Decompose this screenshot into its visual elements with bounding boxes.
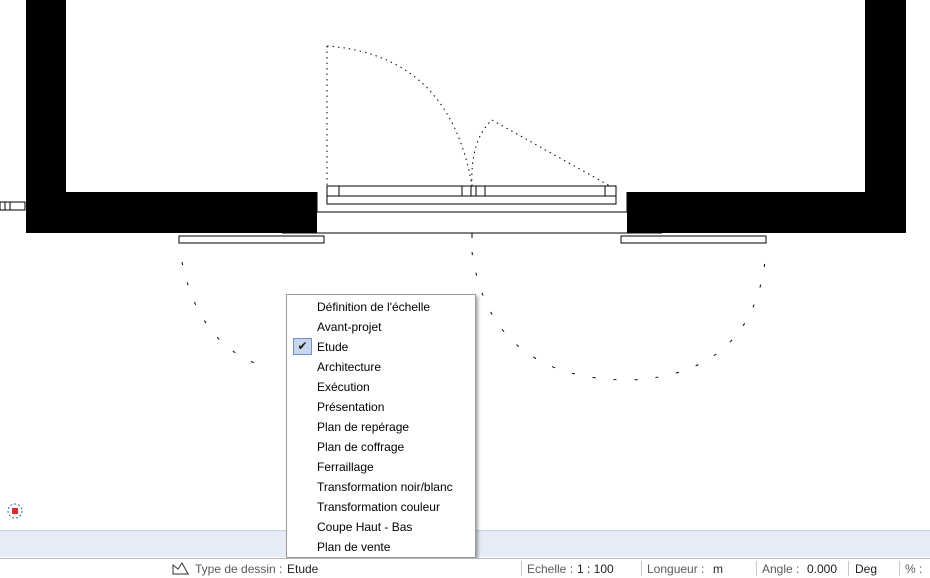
- menu-item[interactable]: Architecture: [289, 357, 473, 377]
- bottom-wall-right: [627, 192, 906, 233]
- angle-label: Angle :: [762, 562, 800, 576]
- status-separator: [521, 561, 522, 576]
- drawing-type-label: Type de dessin :: [195, 562, 283, 576]
- menu-item[interactable]: Coupe Haut - Bas: [289, 517, 473, 537]
- menu-item-label: Etude: [317, 340, 349, 354]
- menu-item-label: Définition de l'échelle: [317, 300, 431, 314]
- angle-unit[interactable]: Deg: [855, 562, 877, 576]
- menu-item[interactable]: Transformation noir/blanc: [289, 477, 473, 497]
- length-label: Longueur :: [647, 562, 705, 576]
- menu-item[interactable]: Plan de coffrage: [289, 437, 473, 457]
- angle-value[interactable]: 0.000: [807, 562, 837, 576]
- scale-value[interactable]: 1 : 100: [577, 562, 614, 576]
- status-separator: [641, 561, 642, 576]
- wall-stub: [0, 201, 26, 211]
- snap-target-icon[interactable]: [6, 502, 24, 520]
- menu-item-label: Coupe Haut - Bas: [317, 520, 413, 534]
- menu-item-label: Ferraillage: [317, 460, 374, 474]
- menu-item-label: Plan de coffrage: [317, 440, 405, 454]
- menu-item[interactable]: Présentation: [289, 397, 473, 417]
- menu-item-label: Présentation: [317, 400, 385, 414]
- status-separator: [848, 561, 849, 576]
- bottom-wall-left: [26, 192, 317, 233]
- menu-item[interactable]: Transformation couleur: [289, 497, 473, 517]
- walls: [26, 0, 906, 233]
- menu-item[interactable]: Avant-projet: [289, 317, 473, 337]
- door-swing-inside: [326, 45, 611, 187]
- length-value[interactable]: m: [713, 562, 723, 576]
- menu-item[interactable]: Ferraillage: [289, 457, 473, 477]
- drawing-type-value[interactable]: Etude: [287, 562, 318, 576]
- menu-item[interactable]: ✔ Etude: [289, 337, 473, 357]
- scale-label: Echelle :: [527, 562, 574, 576]
- checkmark-icon: ✔: [293, 338, 312, 355]
- status-bar: Type de dessin : Etude Echelle : 1 : 100…: [0, 558, 930, 578]
- menu-item[interactable]: Plan de repérage: [289, 417, 473, 437]
- menu-item[interactable]: Plan de vente: [289, 537, 473, 557]
- menu-item-label: Transformation noir/blanc: [317, 480, 453, 494]
- drawing-type-context-menu: Définition de l'échelle Avant-projet ✔ Etud…: [286, 294, 476, 558]
- menu-item[interactable]: Exécution: [289, 377, 473, 397]
- menu-item-label: Transformation couleur: [317, 500, 440, 514]
- menu-item[interactable]: Définition de l'échelle: [289, 297, 473, 317]
- menu-item-label: Exécution: [317, 380, 370, 394]
- percent-label: % :: [905, 562, 923, 576]
- menu-item-label: Plan de vente: [317, 540, 391, 554]
- status-separator: [899, 561, 900, 576]
- drawing-type-icon[interactable]: [172, 561, 190, 576]
- menu-item-label: Avant-projet: [317, 320, 382, 334]
- status-separator: [756, 561, 757, 576]
- menu-item-label: Architecture: [317, 360, 382, 374]
- menu-item-label: Plan de repérage: [317, 420, 410, 434]
